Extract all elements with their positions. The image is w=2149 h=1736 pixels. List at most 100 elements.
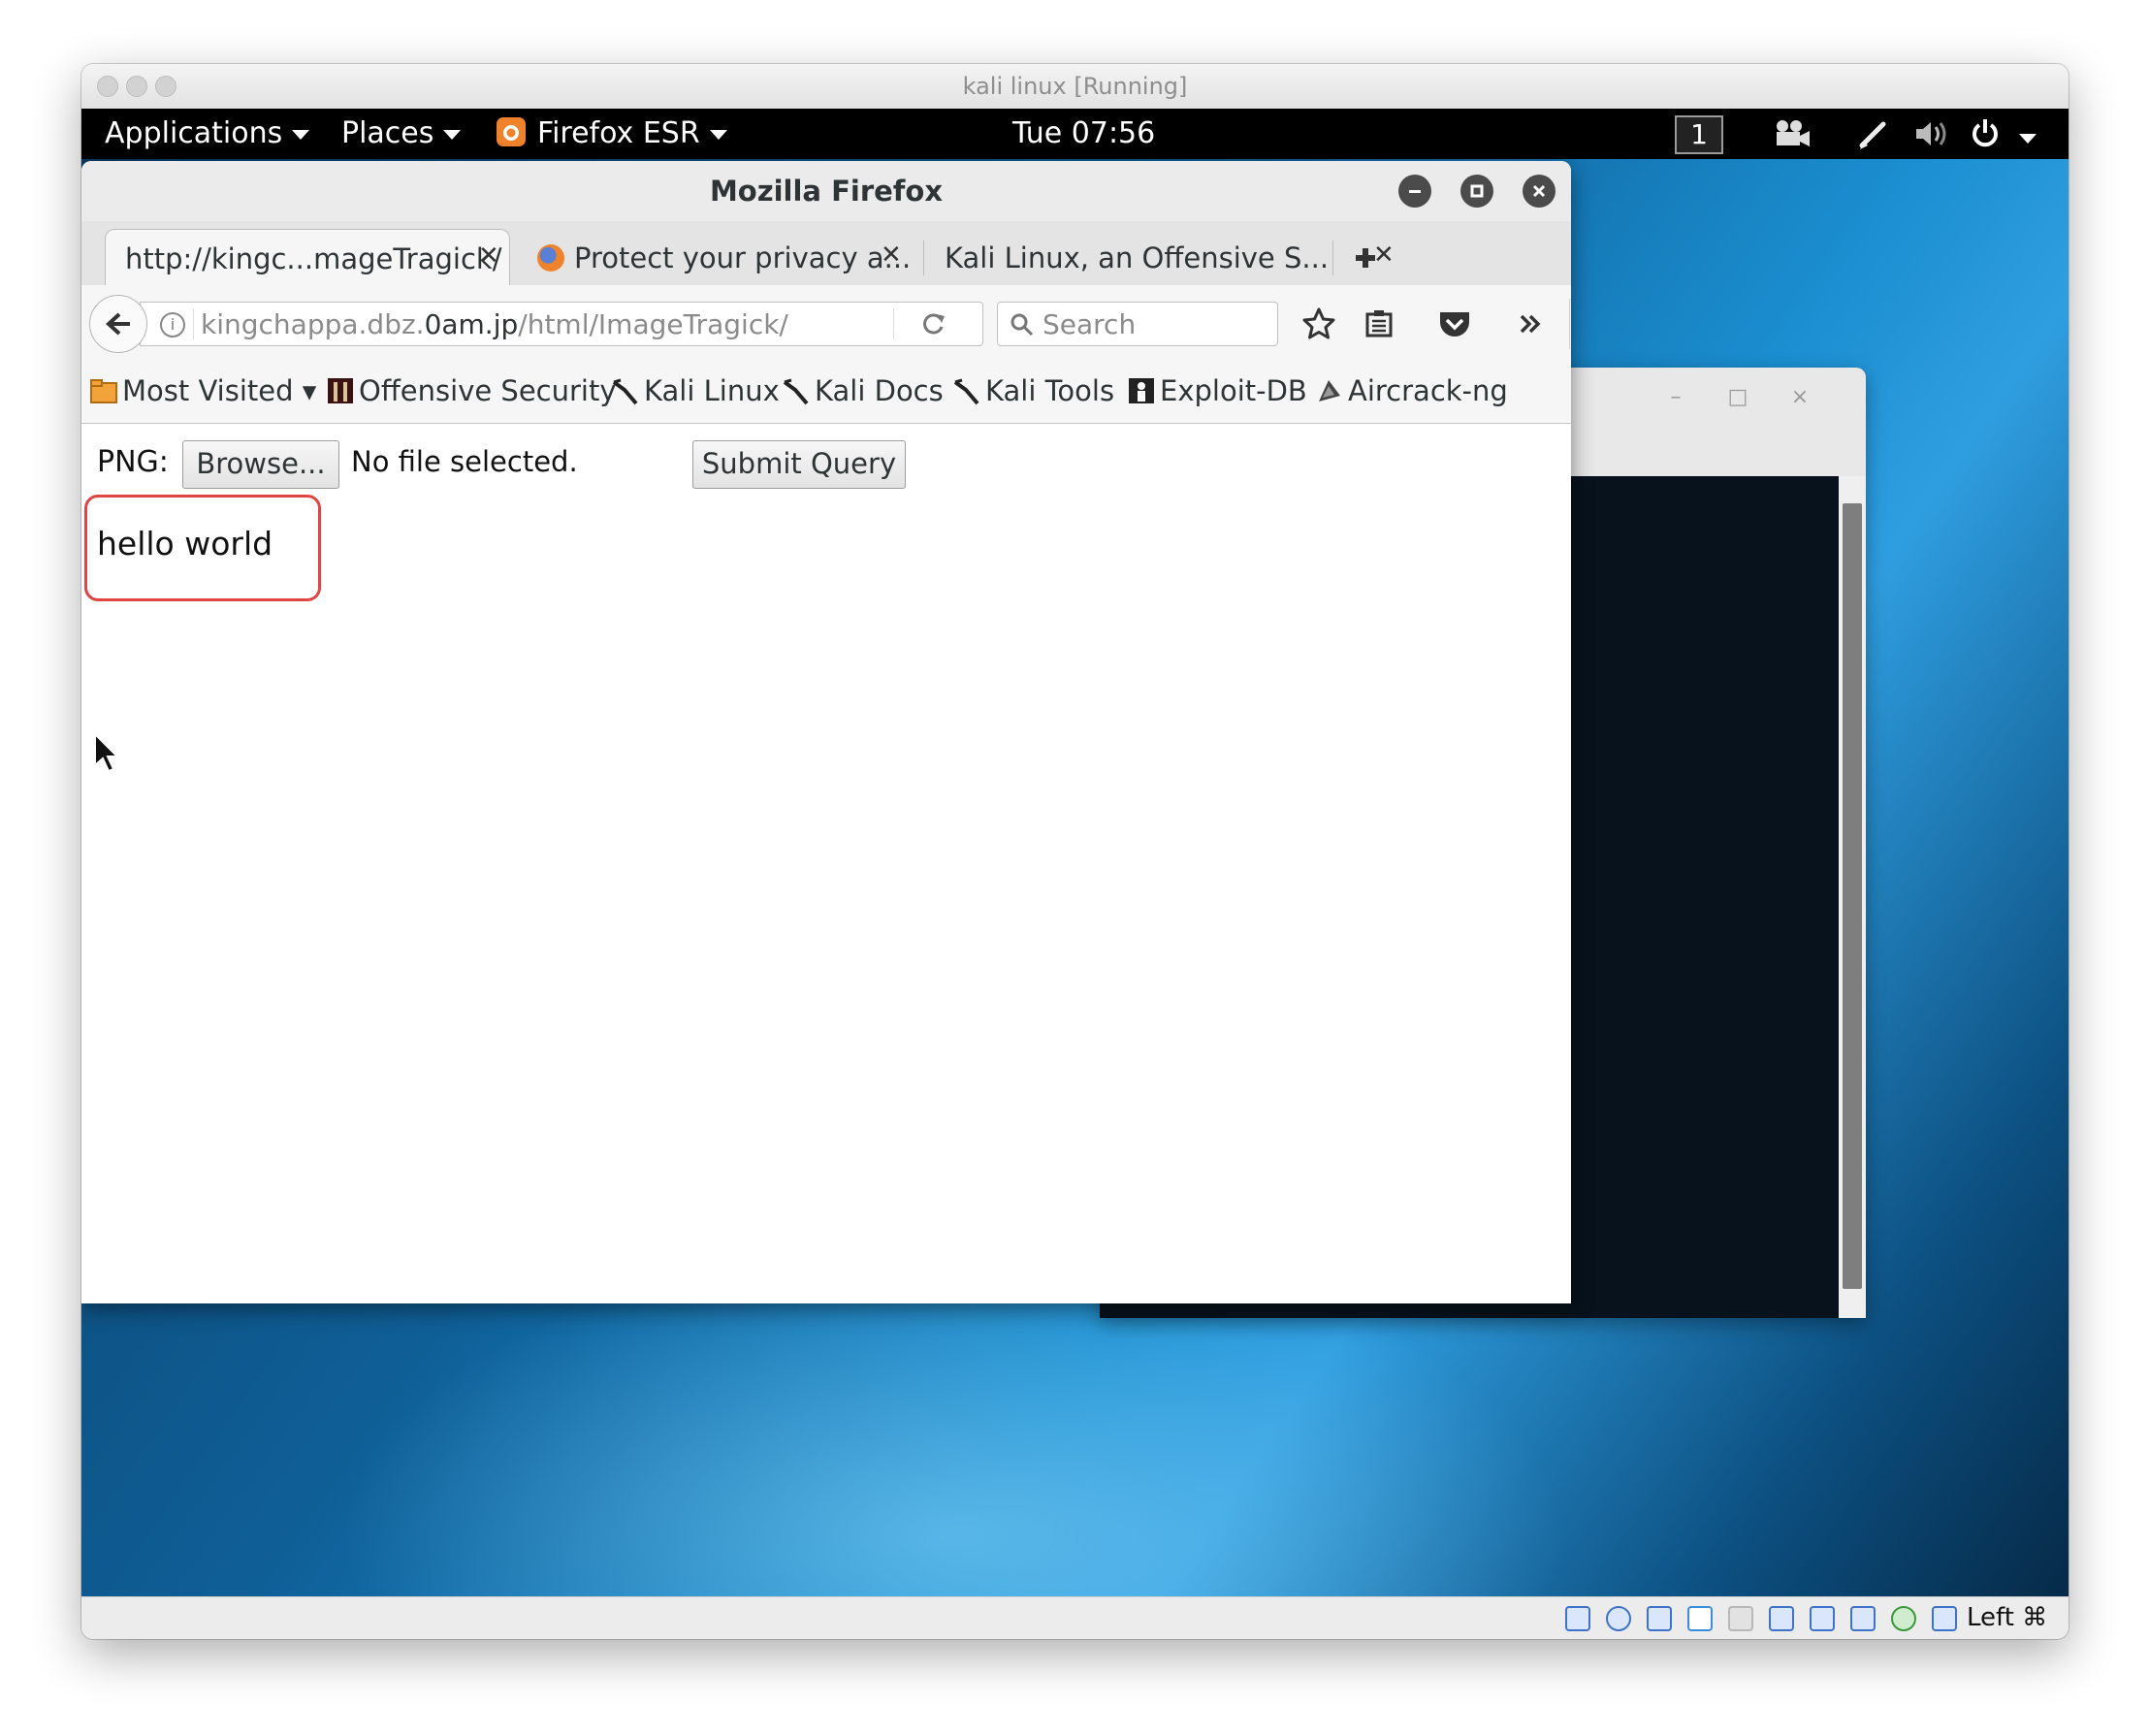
url-divider: [893, 308, 894, 339]
back-arrow-icon: [106, 312, 130, 336]
bookmark-label: Aircrack-ng: [1348, 374, 1508, 407]
bookmark-label: Most Visited ▾: [122, 374, 317, 407]
tab-kali-linux[interactable]: Kali Linux, an Offensive S... ✕: [931, 229, 1395, 285]
gnome-top-bar: Applications Places Firefox ESR Tue 07:5…: [81, 109, 2069, 159]
bookmark-kali-tools[interactable]: Kali Tools: [952, 374, 1114, 407]
guest-additions-icon[interactable]: [1891, 1606, 1916, 1631]
caret-down-icon: [292, 129, 310, 140]
terminal-close-icon[interactable]: ×: [1786, 385, 1813, 412]
firefox-titlebar: Mozilla Firefox: [81, 161, 1571, 222]
url-path: /html/ImageTragick/: [518, 308, 788, 340]
firefox-favicon-icon: [537, 244, 564, 272]
png-label: PNG:: [97, 445, 169, 479]
virtualbox-window: kali linux [Running] Applications Places…: [81, 64, 2069, 1639]
url-host: 0am.jp: [424, 308, 519, 340]
exploitdb-icon: [1127, 376, 1156, 405]
bookmark-star-icon[interactable]: [1299, 305, 1338, 343]
page-content: PNG: Browse... No file selected. Submit …: [81, 424, 1571, 1303]
tab-label: Protect your privacy a...: [574, 241, 912, 274]
optical-drive-icon[interactable]: [1606, 1606, 1631, 1631]
terminal-scrollbar[interactable]: [1839, 476, 1866, 1318]
navigation-toolbar: i kingchappa.dbz.0am.jp/html/ImageTragic…: [81, 285, 1571, 363]
tab-label: http://kingc...mageTragick/: [125, 242, 502, 275]
hard-disk-icon[interactable]: [1565, 1606, 1590, 1631]
tab-imagetragick[interactable]: http://kingc...mageTragick/ ✕: [105, 229, 510, 285]
bookmark-exploit-db[interactable]: Exploit-DB: [1127, 374, 1307, 407]
volume-icon[interactable]: [1912, 116, 1951, 159]
bookmark-kali-linux[interactable]: Kali Linux: [611, 374, 780, 407]
bookmarks-toolbar: Most Visited ▾ Offensive Security Kali L…: [81, 363, 1571, 424]
kali-dragon-icon: [611, 376, 640, 405]
bookmark-label: Offensive Security: [359, 374, 617, 407]
video-camera-icon[interactable]: [1773, 118, 1812, 155]
tab-protect-privacy[interactable]: Protect your privacy a... ✕: [528, 229, 917, 285]
back-button[interactable]: [89, 295, 147, 353]
system-menu-caret-icon[interactable]: [2019, 120, 2037, 154]
tab-label: Kali Linux, an Offensive S...: [945, 241, 1330, 274]
search-placeholder: Search: [1042, 308, 1137, 340]
terminal-minimize-icon[interactable]: –: [1662, 385, 1689, 412]
terminal-maximize-icon[interactable]: □: [1724, 385, 1751, 412]
firefox-window-title: Mozilla Firefox: [709, 175, 944, 208]
vm-titlebar: kali linux [Running]: [81, 64, 2069, 110]
caret-down-icon: [709, 129, 727, 140]
close-icon[interactable]: [1523, 175, 1556, 208]
tab-separator: [923, 241, 924, 275]
workspace-indicator[interactable]: 1: [1675, 115, 1723, 154]
maximize-icon[interactable]: [1460, 175, 1493, 208]
guest-desktop: Applications Places Firefox ESR Tue 07:5…: [81, 109, 2069, 1596]
applications-label: Applications: [105, 116, 283, 150]
power-icon[interactable]: [1969, 116, 2002, 157]
places-menu[interactable]: Places: [341, 116, 462, 150]
offsec-icon: [326, 376, 355, 405]
browse-button[interactable]: Browse...: [182, 440, 339, 489]
applications-menu[interactable]: Applications: [105, 116, 310, 150]
tab-close-icon[interactable]: ✕: [881, 241, 902, 270]
overflow-chevron-icon[interactable]: [1511, 305, 1550, 343]
terminal-scroll-thumb[interactable]: [1843, 503, 1862, 1289]
pen-icon[interactable]: [1856, 116, 1891, 159]
firefox-window: Mozilla Firefox http://kingc...mageTragi…: [81, 161, 1571, 1303]
shared-folders-icon[interactable]: [1769, 1606, 1794, 1631]
host-key-label: Left ⌘: [1967, 1603, 2048, 1632]
bookmark-aircrack-ng[interactable]: Aircrack-ng: [1315, 374, 1508, 407]
firefox-icon: [497, 116, 526, 146]
reload-icon[interactable]: [920, 310, 947, 341]
reading-list-icon[interactable]: [1360, 305, 1398, 343]
new-tab-button[interactable]: [1344, 229, 1393, 285]
folder-icon: [89, 376, 118, 405]
search-bar[interactable]: Search: [997, 302, 1278, 346]
bookmark-offensive-security[interactable]: Offensive Security: [326, 374, 617, 407]
clock[interactable]: Tue 07:56: [1012, 116, 1155, 150]
aircrack-icon: [1315, 376, 1344, 405]
display-icon[interactable]: [1810, 1606, 1835, 1631]
bookmark-most-visited[interactable]: Most Visited ▾: [89, 374, 316, 407]
network-pen-icon[interactable]: [1687, 1606, 1713, 1631]
output-text: hello world: [97, 525, 273, 563]
bookmark-label: Exploit-DB: [1160, 374, 1307, 407]
url-prefix: kingchappa.dbz.: [201, 308, 425, 340]
usb-icon[interactable]: [1728, 1606, 1753, 1631]
places-label: Places: [341, 116, 434, 150]
firefox-app-label: Firefox ESR: [537, 116, 700, 150]
minimize-icon[interactable]: [1398, 175, 1431, 208]
plus-icon: [1356, 248, 1375, 268]
info-icon[interactable]: i: [160, 312, 185, 338]
tab-strip: http://kingc...mageTragick/ ✕ Protect yo…: [81, 221, 1571, 286]
cpu-icon[interactable]: [1850, 1606, 1876, 1631]
file-status-text: No file selected.: [351, 445, 578, 478]
pocket-icon[interactable]: [1435, 305, 1474, 343]
tab-close-icon[interactable]: ✕: [478, 241, 499, 271]
search-icon: [1010, 313, 1034, 337]
toolbar-divider: [1569, 299, 1570, 349]
url-text[interactable]: kingchappa.dbz.0am.jp/html/ImageTragick/: [201, 308, 788, 340]
submit-query-button[interactable]: Submit Query: [692, 440, 906, 489]
url-divider: [193, 308, 194, 339]
firefox-app-menu[interactable]: Firefox ESR: [497, 116, 727, 150]
audio-icon[interactable]: [1647, 1606, 1672, 1631]
bookmark-kali-docs[interactable]: Kali Docs: [782, 374, 944, 407]
mouse-integration-icon[interactable]: [1932, 1606, 1957, 1631]
url-bar[interactable]: i kingchappa.dbz.0am.jp/html/ImageTragic…: [140, 302, 983, 346]
tab-separator: [1332, 241, 1333, 275]
bookmark-label: Kali Docs: [815, 374, 944, 407]
